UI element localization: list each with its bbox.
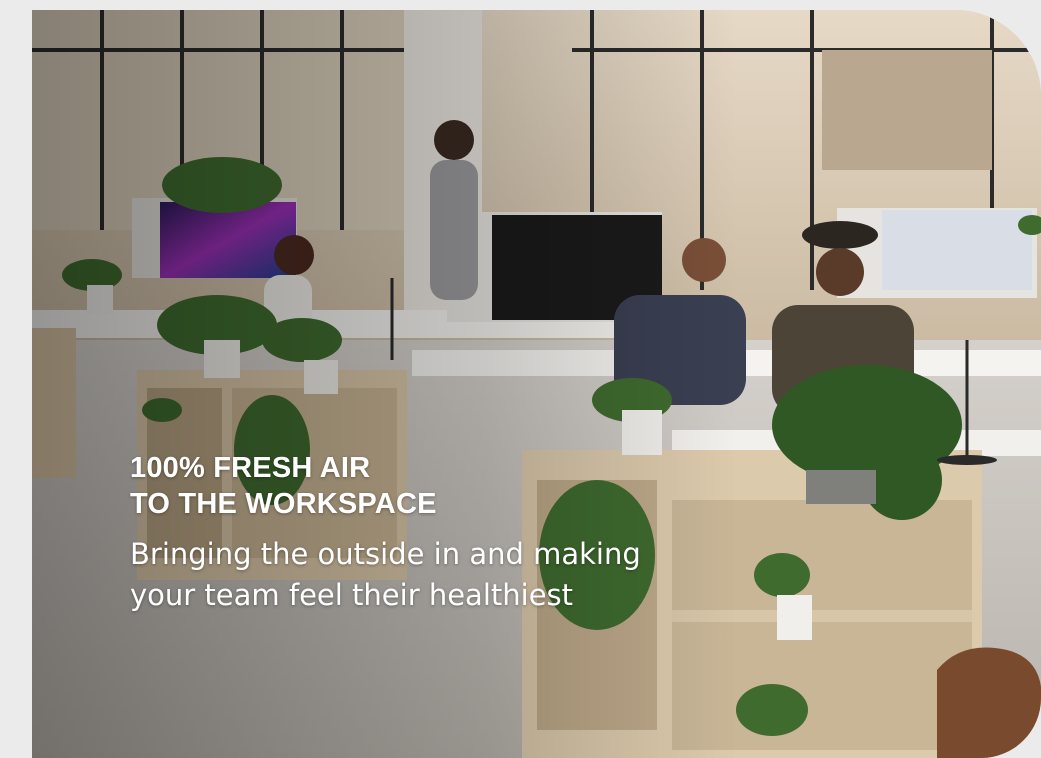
headline-line-2: TO THE WORKSPACE [130,488,437,520]
subheadline-line-1: Bringing the outside in and making [130,537,641,571]
headline-line-1: 100% FRESH AIR [130,452,371,484]
hero-copy: 100% FRESH AIR TO THE WORKSPACE Bringing… [130,450,830,616]
hero-card: 100% FRESH AIR TO THE WORKSPACE Bringing… [32,10,1041,758]
subheadline: Bringing the outside in and making your … [130,534,830,616]
subheadline-line-2: your team feel their healthiest [130,578,574,612]
photo-overlay [32,10,1041,758]
headline: 100% FRESH AIR TO THE WORKSPACE [130,450,830,522]
